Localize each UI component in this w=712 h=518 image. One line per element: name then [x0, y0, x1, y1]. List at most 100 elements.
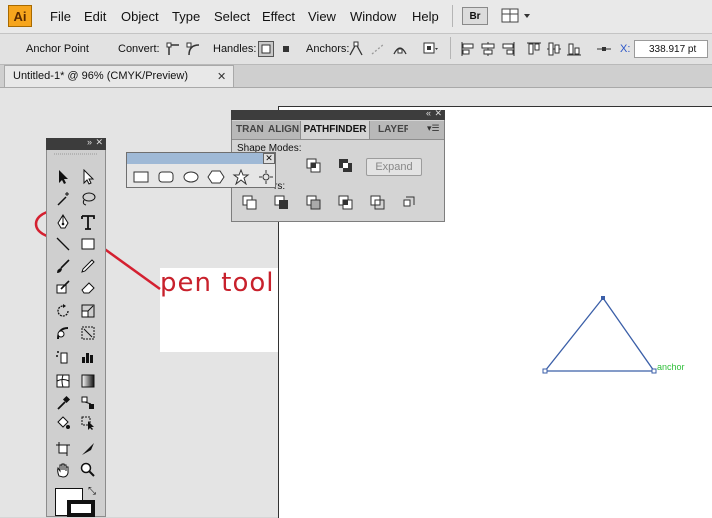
tools-panel-header[interactable]: » ✕	[46, 137, 106, 150]
line-segment-tool[interactable]	[53, 235, 73, 253]
star-tool[interactable]	[232, 168, 250, 186]
tab-pathfinder[interactable]: PATHFINDER	[300, 121, 370, 139]
flare-tool[interactable]	[257, 169, 275, 185]
trim-button[interactable]	[274, 195, 290, 211]
ellipse-tool[interactable]	[182, 169, 200, 185]
blend-tool[interactable]	[78, 394, 98, 412]
artboard-icon	[56, 442, 70, 456]
paintbrush-icon	[57, 259, 70, 273]
pen-tool[interactable]	[53, 213, 73, 231]
anchor-point-left	[542, 368, 548, 374]
slice-icon	[82, 443, 94, 455]
pen-icon	[57, 214, 69, 229]
symbol-sprayer-tool[interactable]	[53, 348, 73, 366]
minus-back-button[interactable]	[402, 195, 418, 211]
tab-align[interactable]: ALIGN	[268, 121, 300, 139]
intersect-button[interactable]	[306, 158, 322, 174]
minus-back-icon	[403, 196, 415, 207]
gradient-tool[interactable]	[78, 372, 98, 390]
divide-button[interactable]	[242, 195, 258, 211]
mesh-tool[interactable]	[53, 372, 73, 390]
live-paint-bucket-tool[interactable]	[53, 414, 73, 432]
merge-button[interactable]	[306, 195, 322, 211]
zoom-tool[interactable]	[78, 461, 98, 479]
warp-icon	[57, 327, 69, 340]
magic-wand-icon	[57, 192, 69, 206]
eraser-tool[interactable]	[78, 278, 98, 296]
slice-tool[interactable]	[78, 440, 98, 458]
rectangle-shape-tool[interactable]	[132, 169, 150, 185]
direct-selection-icon	[83, 169, 95, 185]
swap-fill-stroke-icon[interactable]: ⤡	[88, 486, 96, 497]
line-segment-icon	[56, 237, 70, 251]
tools-grip	[54, 153, 98, 155]
polygon-icon	[207, 170, 225, 184]
tab-transform[interactable]: TRAN	[236, 121, 266, 139]
exclude-icon	[339, 159, 352, 172]
rounded-rectangle-tool[interactable]	[157, 169, 175, 185]
eyedropper-icon	[57, 395, 71, 410]
flyout-close-icon[interactable]: ✕	[263, 153, 275, 164]
gradient-icon	[81, 374, 95, 388]
pencil-icon	[81, 259, 95, 273]
symbol-sprayer-icon	[56, 351, 68, 364]
divide-icon	[242, 195, 257, 210]
selection-tool[interactable]	[53, 168, 73, 186]
eyedropper-tool[interactable]	[53, 394, 73, 412]
stroke-swatch[interactable]	[67, 500, 95, 517]
flyout-title-bar[interactable]	[127, 153, 275, 164]
lasso-icon	[82, 192, 96, 206]
live-paint-icon	[57, 416, 70, 429]
blend-icon	[81, 396, 94, 409]
mesh-icon	[56, 374, 70, 388]
exclude-button[interactable]	[338, 158, 354, 174]
free-transform-icon	[81, 326, 95, 340]
panel-close-icon[interactable]: ✕	[434, 108, 442, 119]
merge-icon	[306, 195, 321, 210]
rectangle-tool[interactable]	[78, 235, 98, 253]
paintbrush-tool[interactable]	[53, 257, 73, 275]
tab-layers[interactable]: LAYER	[378, 121, 408, 139]
panel-menu-icon[interactable]: ▾☰	[427, 123, 440, 134]
outline-icon	[370, 195, 385, 210]
rectangle-shape-icon	[133, 171, 149, 183]
hand-icon	[57, 463, 69, 478]
warp-tool[interactable]	[53, 324, 73, 342]
annotation-overlay	[34, 208, 657, 374]
lasso-tool[interactable]	[78, 190, 98, 208]
pathfinder-panel-header[interactable]: « ✕	[231, 108, 445, 120]
anchor-smart-guide-label: anchor	[657, 362, 685, 372]
pencil-tool[interactable]	[78, 257, 98, 275]
collapse-icon[interactable]: »	[87, 137, 92, 147]
column-graph-tool[interactable]	[78, 348, 98, 366]
blob-brush-tool[interactable]	[53, 278, 73, 296]
outline-button[interactable]	[370, 195, 386, 211]
trim-icon	[274, 195, 288, 209]
close-icon[interactable]: ✕	[95, 137, 103, 148]
free-transform-tool[interactable]	[78, 324, 98, 342]
type-icon	[81, 215, 95, 230]
scale-icon	[81, 304, 95, 318]
ellipse-icon	[183, 171, 199, 183]
rounded-rectangle-icon	[158, 171, 174, 183]
type-tool[interactable]	[78, 213, 98, 231]
rotate-tool[interactable]	[53, 302, 73, 320]
selection-icon	[59, 170, 68, 184]
live-paint-selection-tool[interactable]	[78, 414, 98, 432]
hand-tool[interactable]	[53, 461, 73, 479]
expand-button[interactable]: Expand	[366, 158, 422, 176]
artboard-tool[interactable]	[53, 440, 73, 458]
rectangle-icon	[81, 238, 95, 250]
crop-button[interactable]	[338, 195, 354, 211]
magic-wand-tool[interactable]	[53, 190, 73, 208]
direct-selection-tool[interactable]	[78, 168, 98, 186]
anchor-point-right	[651, 368, 657, 374]
scale-tool[interactable]	[78, 302, 98, 320]
panel-collapse-icon[interactable]: «	[426, 108, 431, 118]
star-icon	[232, 168, 250, 186]
crop-icon	[338, 195, 353, 210]
polygon-tool[interactable]	[207, 169, 225, 185]
flare-icon	[259, 170, 273, 184]
blob-brush-icon	[56, 280, 70, 294]
zoom-icon	[80, 462, 95, 477]
